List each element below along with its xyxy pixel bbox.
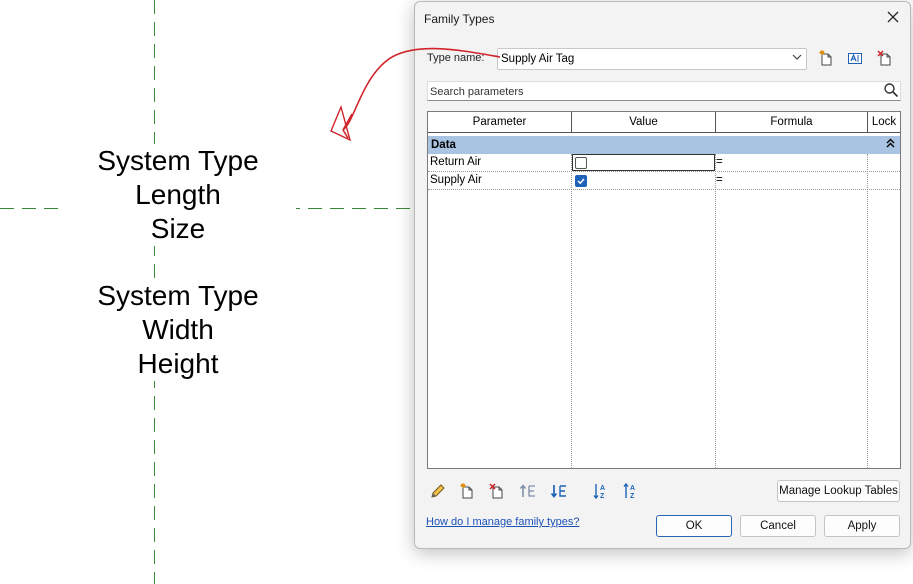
table-row[interactable]: Supply Air = <box>428 172 900 190</box>
delete-type-icon <box>877 50 891 66</box>
svg-text:Z: Z <box>630 493 635 500</box>
new-type-button[interactable] <box>815 47 837 69</box>
table-row[interactable]: Return Air = <box>428 154 900 172</box>
search-input[interactable] <box>430 84 875 99</box>
tag-label-block-bottom[interactable]: System Type Width Height <box>60 279 296 381</box>
column-header-lock[interactable]: Lock <box>868 112 900 133</box>
value-cell-selected[interactable] <box>572 154 715 171</box>
apply-button[interactable]: Apply <box>824 515 900 537</box>
formula-cell[interactable]: = <box>716 174 723 186</box>
tag-label-line: Height <box>137 348 219 379</box>
move-parameter-down-button[interactable] <box>548 480 570 502</box>
tag-label-line: System Type <box>97 280 259 311</box>
ok-button[interactable]: OK <box>656 515 732 537</box>
column-divider <box>867 154 868 468</box>
column-divider <box>715 154 716 468</box>
tag-label-block-top[interactable]: System Type Length Size <box>60 144 296 246</box>
type-name-dropdown[interactable]: Supply Air Tag <box>497 48 807 70</box>
move-up-icon <box>519 484 535 497</box>
delete-parameter-icon <box>489 483 503 499</box>
new-parameter-icon <box>460 483 473 499</box>
move-down-icon <box>550 485 566 498</box>
column-header-value[interactable]: Value <box>572 112 716 133</box>
close-icon <box>887 11 899 23</box>
tag-label-line: Size <box>150 213 206 244</box>
tag-label-line: System Type <box>97 145 259 176</box>
svg-text:A: A <box>630 485 635 492</box>
manage-lookup-tables-button[interactable]: Manage Lookup Tables <box>777 480 900 502</box>
collapse-icon[interactable] <box>886 138 895 151</box>
parameter-name: Supply Air <box>430 174 482 186</box>
dialog-title: Family Types <box>424 12 495 26</box>
delete-type-button[interactable] <box>874 47 896 69</box>
pencil-icon <box>431 484 445 498</box>
chevron-down-icon <box>792 52 802 65</box>
formula-cell[interactable]: = <box>716 156 723 168</box>
return-air-checkbox[interactable] <box>575 157 587 169</box>
svg-text:Z: Z <box>600 493 605 500</box>
sort-descending-icon: A Z <box>623 482 635 500</box>
type-name-label: Type name: <box>427 52 485 64</box>
svg-text:A: A <box>600 485 605 492</box>
cancel-button[interactable]: Cancel <box>740 515 816 537</box>
parameters-grid[interactable]: Parameter Value Formula Lock Data Return… <box>427 111 901 469</box>
edit-parameter-button[interactable] <box>427 480 449 502</box>
move-parameter-up-button[interactable] <box>517 480 539 502</box>
tag-label-line: Width <box>142 314 214 345</box>
sort-descending-button[interactable]: A Z <box>621 480 643 502</box>
type-name-value: Supply Air Tag <box>501 53 575 65</box>
delete-parameter-button[interactable] <box>486 480 508 502</box>
dialog-titlebar[interactable]: Family Types <box>415 2 910 34</box>
rename-type-button[interactable] <box>844 47 866 69</box>
help-link[interactable]: How do I manage family types? <box>426 516 579 528</box>
parameter-name: Return Air <box>430 156 482 168</box>
tag-label-line: Length <box>135 179 221 210</box>
column-header-parameter[interactable]: Parameter <box>428 112 572 133</box>
family-types-dialog: Family Types Type name: Supply Air Tag S… <box>414 1 911 549</box>
sort-ascending-icon: A Z <box>593 484 605 500</box>
group-header-data[interactable]: Data <box>428 136 900 154</box>
search-icon[interactable] <box>883 82 899 101</box>
rename-type-icon <box>848 53 862 64</box>
group-label: Data <box>431 139 456 151</box>
supply-air-checkbox[interactable] <box>575 175 587 187</box>
checkmark-icon <box>577 178 585 185</box>
column-header-formula[interactable]: Formula <box>716 112 868 133</box>
new-parameter-button[interactable] <box>456 480 478 502</box>
sort-ascending-button[interactable]: A Z <box>591 480 613 502</box>
new-type-icon <box>819 50 832 66</box>
search-parameters-field[interactable] <box>427 81 901 101</box>
close-button[interactable] <box>882 8 904 30</box>
column-divider <box>571 154 572 468</box>
